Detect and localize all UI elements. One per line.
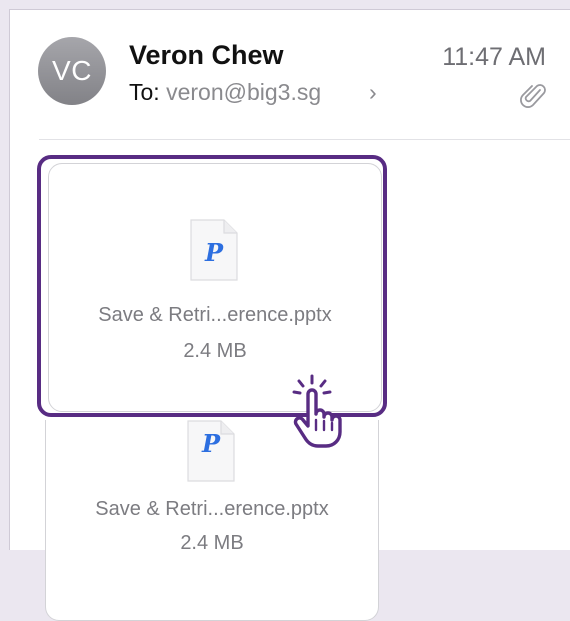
attachment-filename: Save & Retri...erence.pptx [98, 304, 332, 326]
sender-name[interactable]: Veron Chew [129, 40, 284, 71]
attachment-filename: Save & Retri...erence.pptx [95, 498, 329, 520]
attachment-size: 2.4 MB [180, 532, 244, 554]
svg-text:P: P [201, 429, 221, 458]
tap-hand-icon [292, 374, 342, 448]
powerpoint-file-icon: P [190, 219, 238, 281]
recipient-address[interactable]: veron@big3.sg [166, 79, 321, 105]
to-label: To: [129, 79, 160, 105]
timestamp: 11:47 AM [442, 43, 546, 71]
attachment-size: 2.4 MB [183, 340, 247, 362]
svg-text:P: P [204, 238, 224, 267]
header-divider [39, 139, 570, 140]
recipient-line[interactable]: To: veron@big3.sg [129, 79, 321, 106]
avatar: VC [38, 37, 106, 105]
attachment-card[interactable]: P Save & Retri...erence.pptx 2.4 MB [45, 420, 379, 621]
paperclip-icon [520, 84, 546, 108]
chevron-right-icon[interactable]: › [369, 79, 377, 106]
powerpoint-file-icon: P [187, 420, 235, 482]
